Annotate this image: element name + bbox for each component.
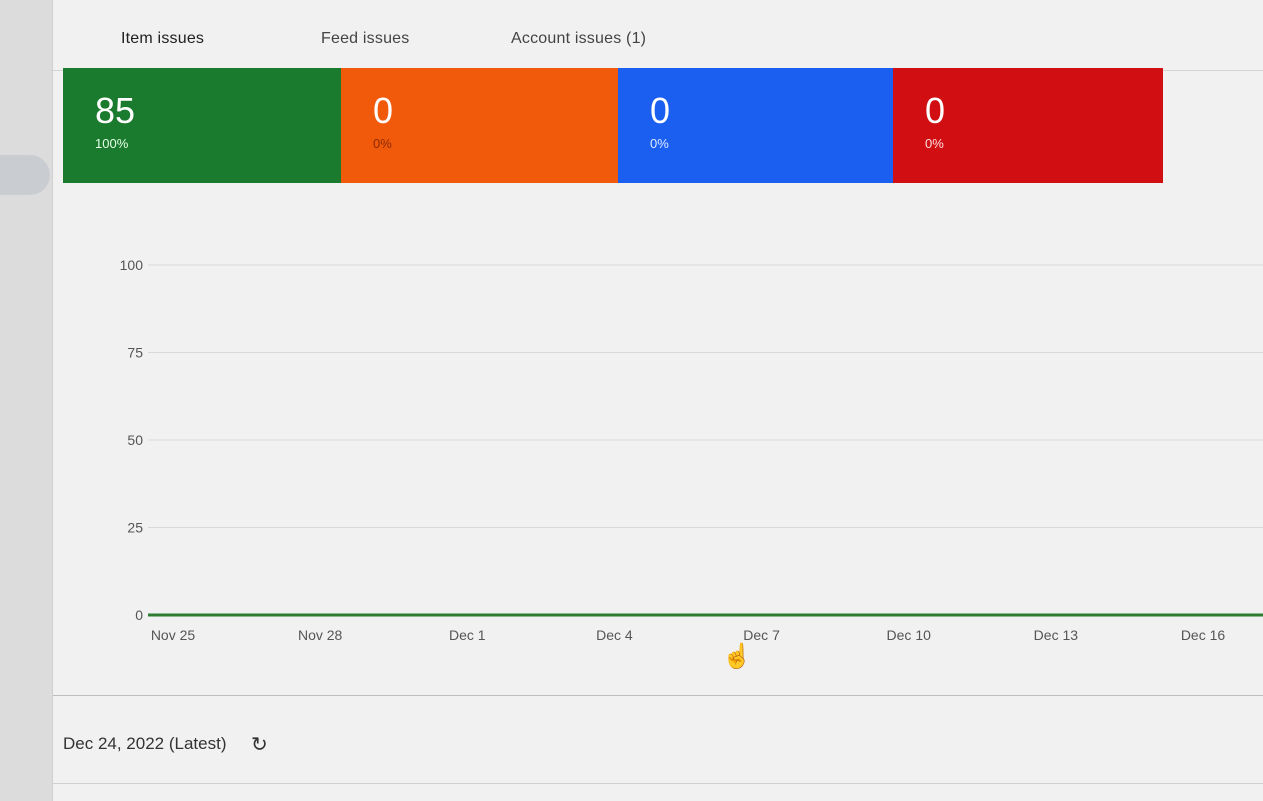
- x-tick-label: Dec 7: [743, 627, 780, 643]
- issues-chart: 0 25 50 75 100 Nov 25 Nov 28 Dec 1 Dec 4 Dec 7 Dec…: [53, 185, 1263, 695]
- issues-card: Item issues Feed issues Account issues (…: [52, 0, 1263, 801]
- status-tiles: 85 100% 0 0% 0 0% 0 0%: [63, 68, 1163, 183]
- tile-pending[interactable]: 0 0%: [618, 68, 893, 183]
- tile-disapproved[interactable]: 0 0%: [893, 68, 1163, 183]
- tile-expiring[interactable]: 0 0%: [341, 68, 618, 183]
- y-tick-label: 100: [120, 257, 144, 273]
- tab-bar: Item issues Feed issues Account issues (…: [53, 0, 1263, 71]
- x-tick-label: Dec 16: [1181, 627, 1226, 643]
- x-tick-label: Dec 4: [596, 627, 633, 643]
- x-tick-label: Dec 10: [887, 627, 932, 643]
- tile-active-count: 85: [95, 90, 136, 131]
- x-tick-label: Dec 1: [449, 627, 486, 643]
- tile-expiring-count: 0: [373, 90, 394, 131]
- data-date-label: Dec 24, 2022 (Latest): [63, 734, 227, 753]
- y-tick-label: 25: [127, 520, 143, 536]
- y-tick-label: 50: [127, 432, 143, 448]
- refresh-icon[interactable]: ↻: [251, 732, 268, 757]
- tab-item-issues[interactable]: Item issues: [121, 30, 204, 48]
- divider: [53, 695, 1263, 696]
- tile-disapproved-percent: 0%: [925, 136, 944, 151]
- tile-pending-percent: 0%: [650, 136, 669, 151]
- divider-bottom: [53, 783, 1263, 784]
- tab-feed-issues[interactable]: Feed issues: [321, 30, 409, 48]
- tile-expiring-percent: 0%: [373, 136, 392, 151]
- tile-active[interactable]: 85 100%: [63, 68, 341, 183]
- tab-account-issues[interactable]: Account issues (1): [511, 30, 646, 48]
- y-tick-label: 75: [127, 345, 143, 361]
- chart-svg: 0 25 50 75 100 Nov 25 Nov 28 Dec 1 Dec 4 Dec 7 Dec…: [120, 257, 1263, 643]
- tile-disapproved-count: 0: [925, 90, 946, 131]
- x-tick-label: Dec 13: [1034, 627, 1079, 643]
- tile-active-percent: 100%: [95, 136, 129, 151]
- x-tick-label: Nov 28: [298, 627, 343, 643]
- hand-cursor-icon: ☝: [722, 643, 752, 670]
- y-tick-label: 0: [135, 607, 143, 623]
- side-nav-tab[interactable]: [0, 155, 50, 195]
- tile-pending-count: 0: [650, 90, 671, 131]
- x-tick-label: Nov 25: [151, 627, 196, 643]
